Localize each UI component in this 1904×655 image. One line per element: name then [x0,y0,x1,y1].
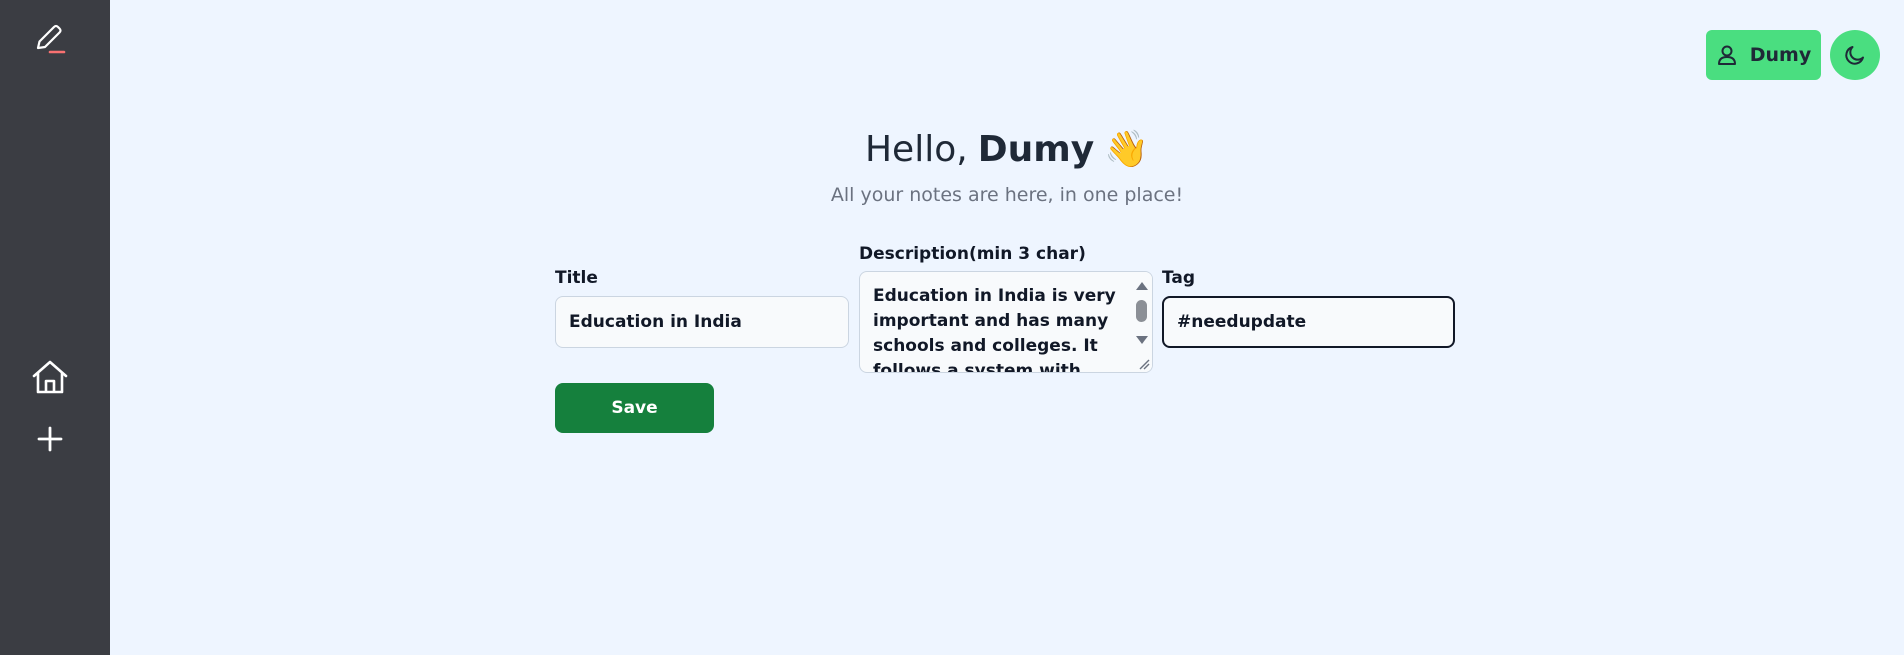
logo-button[interactable] [25,14,75,64]
wave-emoji-icon: 👋 [1104,129,1150,170]
user-name: Dumy [1749,44,1812,66]
scrollbar-thumb[interactable] [1136,300,1147,322]
scroll-down-arrow-icon[interactable] [1136,336,1148,344]
description-text[interactable]: Education in India is very important and… [873,284,1123,372]
title-label: Title [555,268,598,288]
moon-icon [1845,46,1864,65]
description-textarea[interactable]: Education in India is very important and… [859,271,1153,373]
resize-handle-icon[interactable] [1136,356,1150,370]
sidebar [0,0,110,655]
user-button[interactable]: Dumy [1706,30,1821,80]
greeting-name: Dumy [977,128,1095,170]
description-label: Description(min 3 char) [859,244,1086,264]
greeting-prefix: Hello, [864,128,968,170]
sidebar-item-home[interactable] [25,352,75,402]
tag-label: Tag [1162,268,1196,288]
sidebar-item-add-note[interactable] [25,414,75,464]
plus-icon [37,426,63,452]
title-input[interactable] [555,296,849,348]
user-icon [1717,45,1736,65]
greeting-heading: Hello, Dumy 👋 [110,128,1904,171]
page-subtitle: All your notes are here, in one place! [830,184,1184,206]
pencil-icon [36,24,66,54]
home-icon [32,360,68,394]
main-content: Dumy Hello, Dumy 👋 All your notes are he… [110,0,1904,655]
theme-toggle-button[interactable] [1830,30,1880,80]
scroll-up-arrow-icon[interactable] [1136,282,1148,290]
save-button[interactable]: Save [555,383,714,433]
tag-input[interactable] [1162,296,1455,348]
